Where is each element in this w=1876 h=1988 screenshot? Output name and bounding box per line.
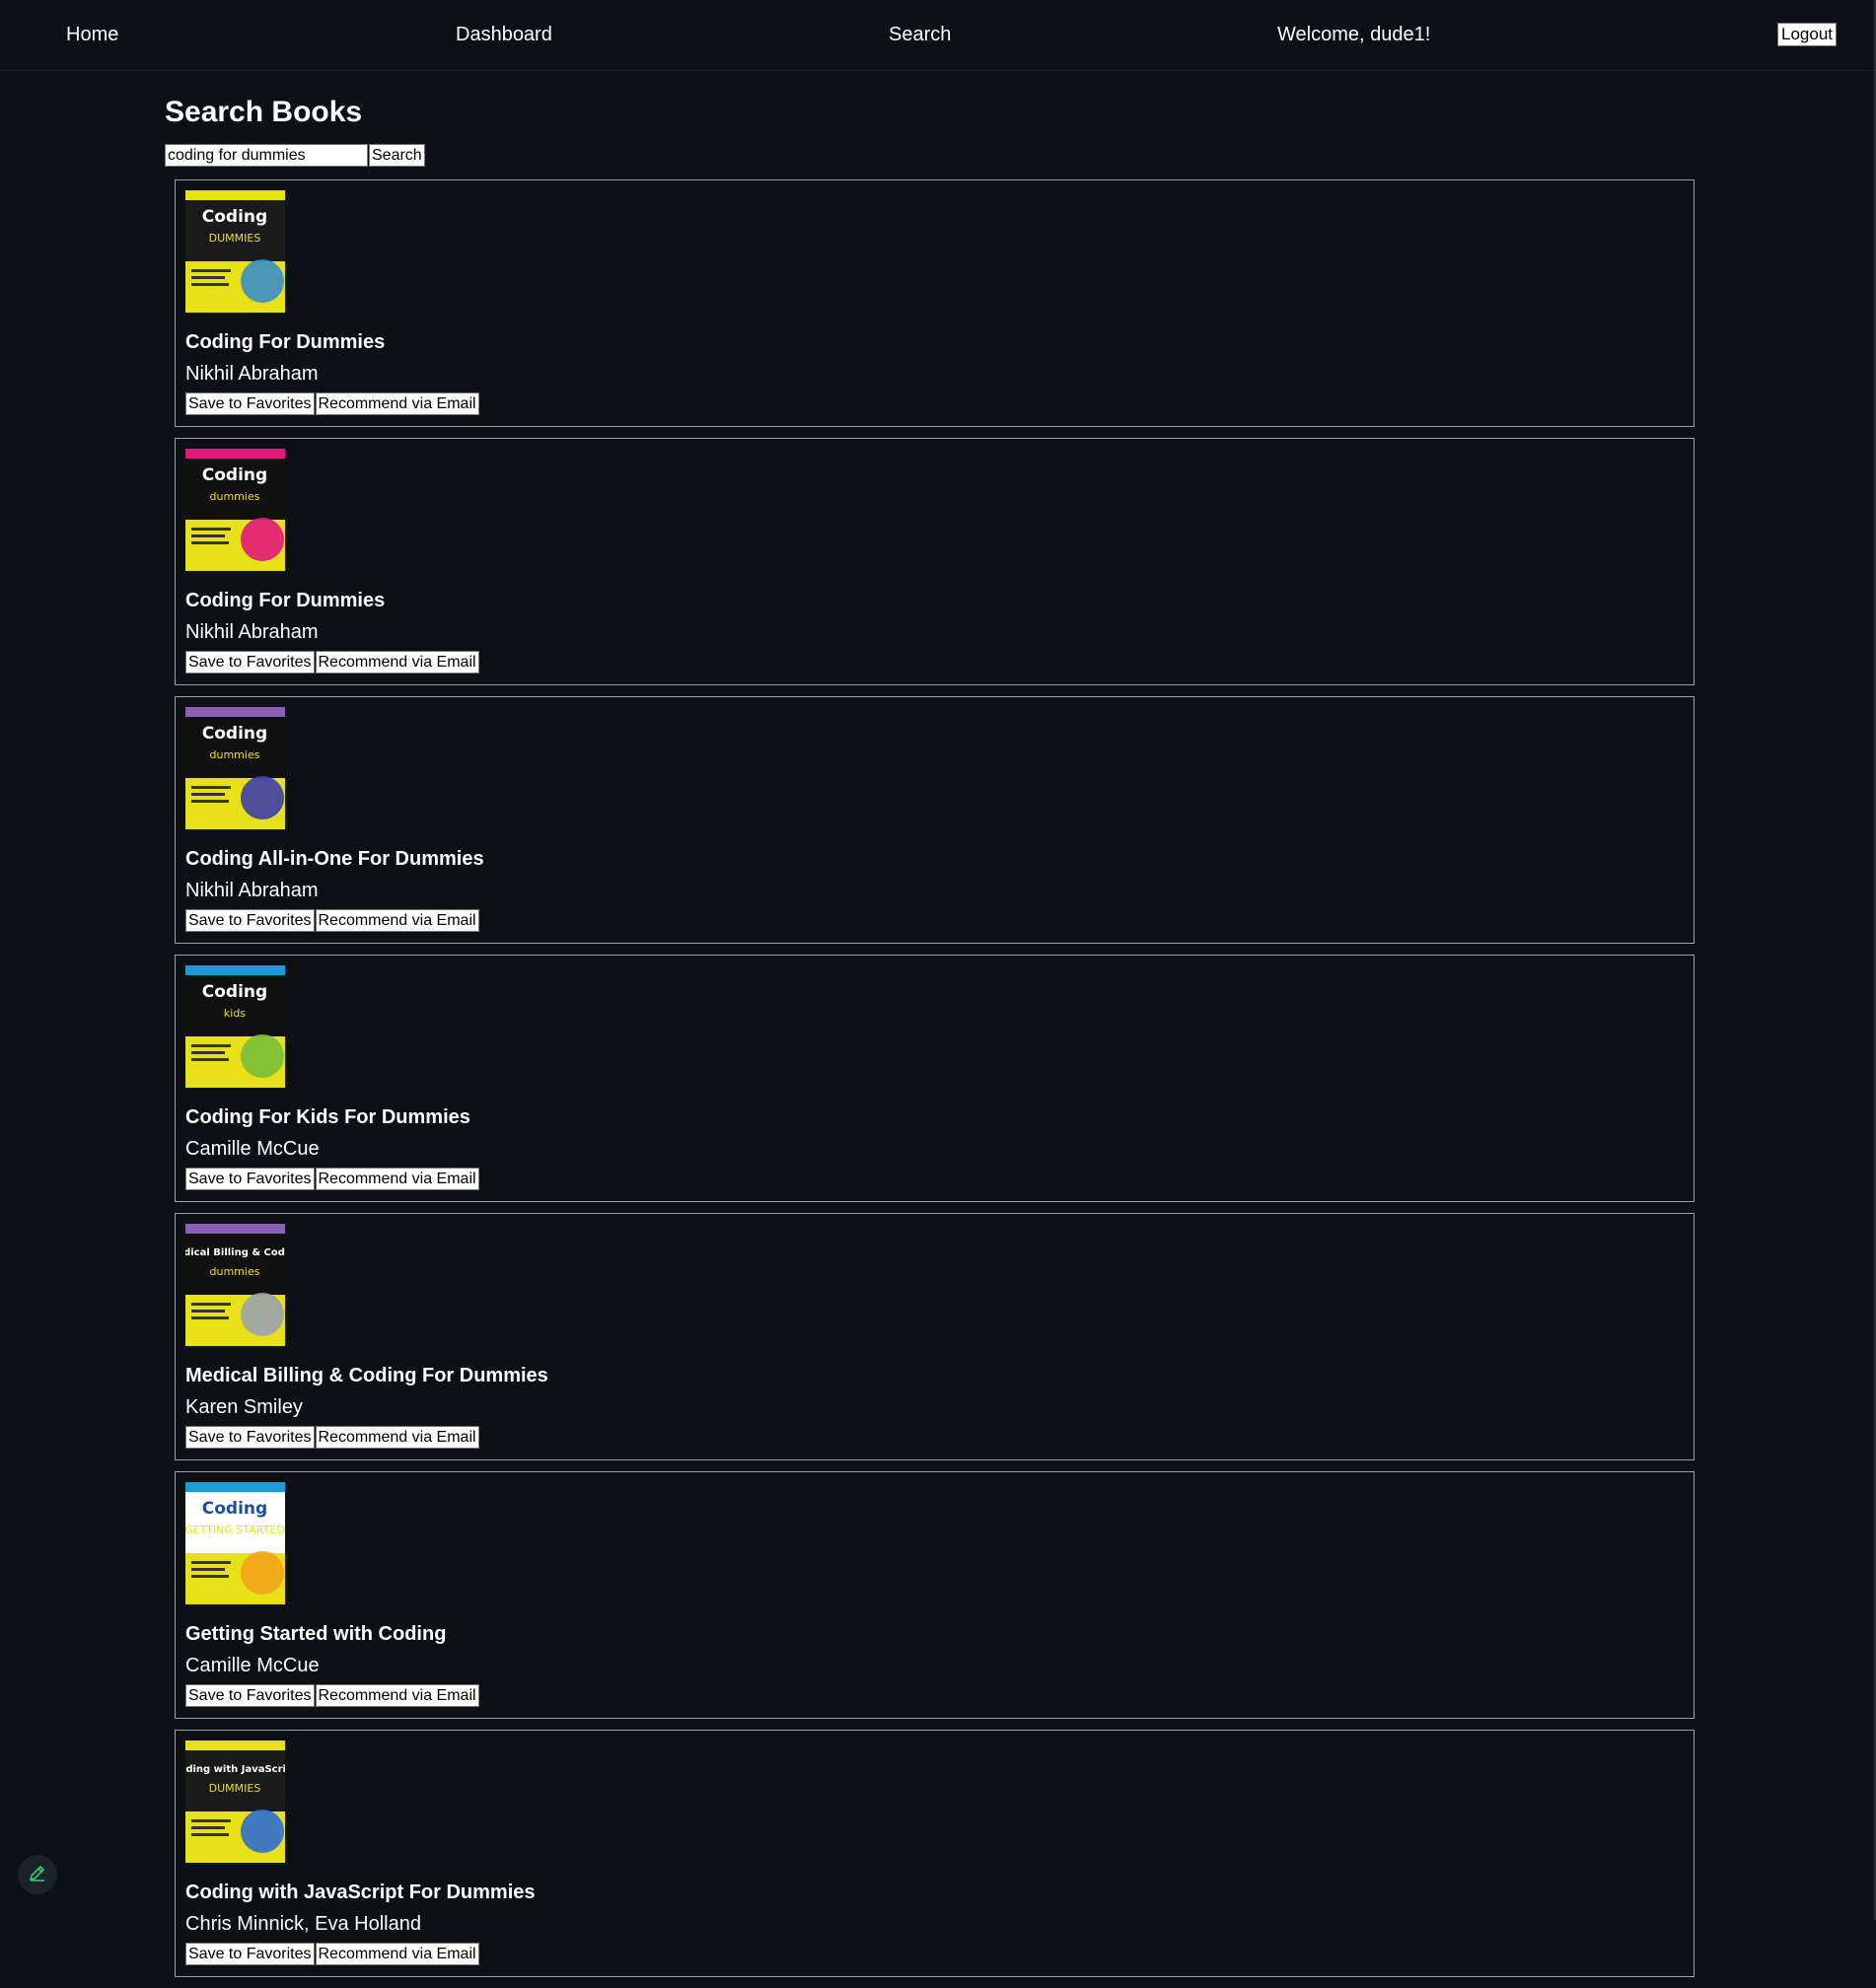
edit-floating-button[interactable] bbox=[18, 1855, 57, 1894]
recommend-email-button[interactable]: Recommend via Email bbox=[315, 1426, 479, 1449]
book-author: Nikhil Abraham bbox=[185, 880, 319, 901]
save-to-favorites-button[interactable]: Save to Favorites bbox=[185, 651, 315, 674]
book-author: Nikhil Abraham bbox=[185, 621, 319, 643]
pencil-icon bbox=[28, 1863, 47, 1887]
recommend-email-button[interactable]: Recommend via Email bbox=[315, 1168, 479, 1190]
search-form: Search bbox=[165, 144, 425, 167]
logout-button[interactable]: Logout bbox=[1777, 23, 1837, 46]
recommend-email-button[interactable]: Recommend via Email bbox=[315, 1684, 479, 1707]
book-cover-image: Coding dummies bbox=[185, 707, 285, 829]
recommend-email-button[interactable]: Recommend via Email bbox=[315, 1943, 479, 1965]
book-result-card: Coding kids Coding For Kids For Dummies C… bbox=[175, 955, 1695, 1202]
search-input[interactable] bbox=[165, 144, 368, 167]
book-result-card: Coding DUMMIES Coding For Dummies Nikhil … bbox=[175, 179, 1695, 427]
book-author: Camille McCue bbox=[185, 1138, 320, 1160]
book-actions: Save to Favorites Recommend via Email bbox=[185, 1943, 480, 1965]
top-navbar: Home Dashboard Search Welcome, dude1! Lo… bbox=[0, 0, 1874, 71]
search-results-list: Coding DUMMIES Coding For Dummies Nikhil … bbox=[175, 179, 1695, 1988]
save-to-favorites-button[interactable]: Save to Favorites bbox=[185, 909, 315, 932]
book-author: Nikhil Abraham bbox=[185, 363, 319, 385]
book-title: Coding For Dummies bbox=[185, 590, 386, 611]
svg-text:DUMMIES: DUMMIES bbox=[209, 232, 261, 245]
recommend-email-button[interactable]: Recommend via Email bbox=[315, 392, 479, 415]
svg-text:Medical Billing & Coding: Medical Billing & Coding bbox=[185, 1247, 285, 1258]
svg-text:Coding: Coding bbox=[202, 724, 267, 744]
book-cover-image: Coding GETTING STARTED bbox=[185, 1482, 285, 1604]
svg-text:dummies: dummies bbox=[210, 1265, 260, 1278]
book-cover-image: Coding kids bbox=[185, 965, 285, 1088]
book-result-card: Coding dummies Coding For Dummies Nikhil … bbox=[175, 438, 1695, 685]
svg-text:kids: kids bbox=[224, 1007, 246, 1020]
book-actions: Save to Favorites Recommend via Email bbox=[185, 1168, 480, 1190]
book-result-card: Medical Billing & Coding dummies Medical … bbox=[175, 1213, 1695, 1460]
save-to-favorites-button[interactable]: Save to Favorites bbox=[185, 1684, 315, 1707]
nav-search-link[interactable]: Search bbox=[889, 23, 951, 46]
book-result-card: Coding dummies Coding All-in-One For Dumm… bbox=[175, 696, 1695, 944]
recommend-email-button[interactable]: Recommend via Email bbox=[315, 909, 479, 932]
svg-text:dummies: dummies bbox=[210, 490, 260, 503]
svg-text:DUMMIES: DUMMIES bbox=[209, 1782, 261, 1795]
book-cover-image: Medical Billing & Coding dummies bbox=[185, 1224, 285, 1346]
svg-text:Coding: Coding bbox=[202, 1499, 267, 1519]
book-author: Chris Minnick, Eva Holland bbox=[185, 1913, 421, 1935]
svg-text:dummies: dummies bbox=[210, 748, 260, 761]
save-to-favorites-button[interactable]: Save to Favorites bbox=[185, 1426, 315, 1449]
recommend-email-button[interactable]: Recommend via Email bbox=[315, 651, 479, 674]
book-title: Medical Billing & Coding For Dummies bbox=[185, 1365, 548, 1386]
book-title: Coding with JavaScript For Dummies bbox=[185, 1882, 536, 1903]
svg-text:Coding: Coding bbox=[202, 982, 267, 1002]
book-author: Karen Smiley bbox=[185, 1396, 303, 1418]
nav-dashboard-link[interactable]: Dashboard bbox=[456, 23, 552, 46]
book-actions: Save to Favorites Recommend via Email bbox=[185, 1684, 480, 1707]
book-title: Coding For Dummies bbox=[185, 331, 386, 353]
svg-text:GETTING STARTED: GETTING STARTED bbox=[185, 1524, 285, 1536]
nav-home-link[interactable]: Home bbox=[66, 23, 118, 46]
save-to-favorites-button[interactable]: Save to Favorites bbox=[185, 392, 315, 415]
book-title: Coding For Kids For Dummies bbox=[185, 1106, 470, 1128]
book-actions: Save to Favorites Recommend via Email bbox=[185, 909, 480, 932]
page-title: Search Books bbox=[165, 96, 363, 128]
save-to-favorites-button[interactable]: Save to Favorites bbox=[185, 1168, 315, 1190]
book-result-card: Coding with JavaScript DUMMIES Coding wit… bbox=[175, 1730, 1695, 1977]
book-cover-image: Coding with JavaScript DUMMIES bbox=[185, 1740, 285, 1863]
save-to-favorites-button[interactable]: Save to Favorites bbox=[185, 1943, 315, 1965]
book-title: Getting Started with Coding bbox=[185, 1623, 447, 1645]
book-actions: Save to Favorites Recommend via Email bbox=[185, 651, 480, 674]
book-cover-image: Coding DUMMIES bbox=[185, 190, 285, 313]
book-actions: Save to Favorites Recommend via Email bbox=[185, 1426, 480, 1449]
book-actions: Save to Favorites Recommend via Email bbox=[185, 392, 480, 415]
book-title: Coding All-in-One For Dummies bbox=[185, 848, 484, 870]
book-result-card: Coding GETTING STARTED Getting Started wi… bbox=[175, 1471, 1695, 1719]
svg-text:Coding: Coding bbox=[202, 207, 267, 227]
search-button[interactable]: Search bbox=[369, 144, 425, 167]
svg-text:Coding: Coding bbox=[202, 465, 267, 485]
book-cover-image: Coding dummies bbox=[185, 449, 285, 571]
book-author: Camille McCue bbox=[185, 1655, 320, 1676]
svg-text:Coding with JavaScript: Coding with JavaScript bbox=[185, 1764, 285, 1775]
welcome-text: Welcome, dude1! bbox=[1277, 24, 1431, 45]
